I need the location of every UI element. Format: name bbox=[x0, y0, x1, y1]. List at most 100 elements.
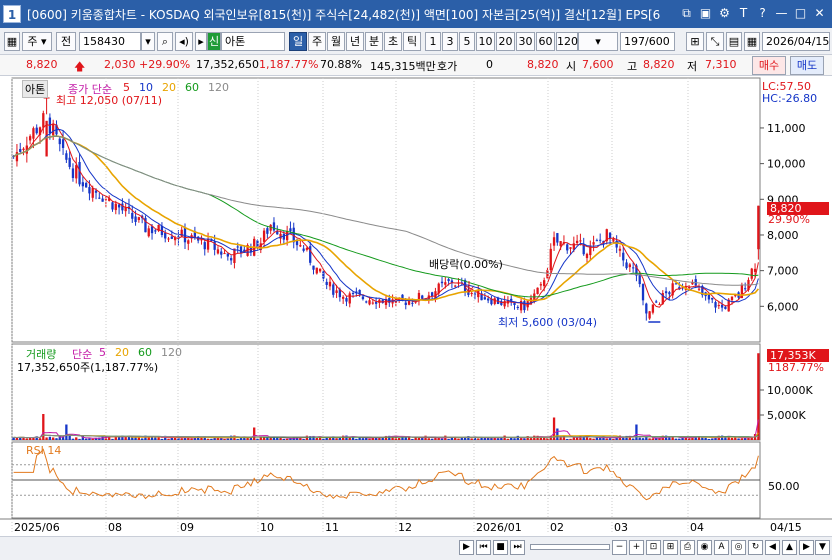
volume-ma-legend-item: 5 bbox=[99, 346, 106, 359]
text-icon[interactable]: A bbox=[714, 540, 729, 555]
fit-icon[interactable]: ⊡ bbox=[646, 540, 661, 555]
price-volume-rsi-chart[interactable]: 11,00010,0009,0008,0007,0006,00010,000K5… bbox=[0, 76, 832, 536]
up-arrow-icon: 🡅 bbox=[74, 60, 86, 73]
period-tab[interactable]: 분 bbox=[365, 32, 383, 51]
date-field[interactable]: 2026/04/15 bbox=[762, 32, 830, 51]
code-dropdown-icon[interactable]: ▾ bbox=[141, 32, 155, 51]
volume-bar bbox=[674, 438, 678, 440]
grid-menu-icon[interactable]: ▦ bbox=[4, 32, 20, 51]
candle-body bbox=[137, 217, 141, 220]
stock-tag[interactable]: 아톤 bbox=[22, 80, 49, 98]
scroll-left-icon[interactable]: ▶ bbox=[459, 540, 474, 555]
interval-tab[interactable]: 5 bbox=[459, 32, 475, 51]
candle-body bbox=[266, 228, 269, 234]
maximize-icon[interactable]: □ bbox=[792, 5, 809, 22]
volume-bar bbox=[730, 437, 734, 440]
grid-settings-icon[interactable]: ⊞ bbox=[686, 32, 704, 51]
volume-bar bbox=[510, 437, 513, 440]
period-tab[interactable]: 월 bbox=[327, 32, 345, 51]
volume-ma-legend-item: 120 bbox=[161, 346, 182, 359]
volume-bar bbox=[246, 437, 249, 440]
sell-button[interactable]: 매도 bbox=[790, 56, 824, 75]
search-icon[interactable]: ⌕ bbox=[157, 32, 173, 51]
volume-bar bbox=[398, 438, 401, 440]
candle-body bbox=[111, 202, 114, 210]
date-axis-label: 04/15 bbox=[770, 521, 802, 534]
drawing-tool-icon[interactable]: ⤡ bbox=[706, 32, 724, 51]
candle-body bbox=[575, 240, 579, 244]
nav-down-icon[interactable]: ▼ bbox=[815, 540, 830, 555]
data-count-field[interactable]: 197/600 bbox=[620, 32, 675, 51]
chart-scroll-bar[interactable]: ▶ ⏮ ■ ⏭ − + ⊡ ⊞ ⎙ ◉ A ◎ ↻ ◀ ▲ ▶ ▼ bbox=[0, 536, 832, 560]
interval-tab[interactable]: 10 bbox=[476, 32, 495, 51]
period-tab[interactable]: 주 bbox=[308, 32, 326, 51]
nav-up-icon[interactable]: ▲ bbox=[782, 540, 797, 555]
volume-bar bbox=[183, 438, 187, 440]
first-page-icon[interactable]: ⏮ bbox=[476, 540, 491, 555]
interval-tab[interactable]: 3 bbox=[442, 32, 458, 51]
minimize-icon[interactable]: — bbox=[773, 5, 790, 22]
volume-bar bbox=[335, 438, 338, 440]
interval-tab[interactable]: 20 bbox=[496, 32, 515, 51]
interval-tab[interactable]: 1 bbox=[425, 32, 441, 51]
candle-body bbox=[223, 253, 226, 255]
volume-bar bbox=[655, 438, 658, 440]
compare-icon[interactable]: ⊞ bbox=[663, 540, 678, 555]
chart-area[interactable]: 11,000 10,000 9,000 8,000 7,000 6,000 10,000K 5… bbox=[0, 76, 832, 560]
scroll-track[interactable] bbox=[530, 544, 610, 550]
candle-body bbox=[757, 205, 760, 250]
volume-bar bbox=[134, 437, 137, 440]
candle-body bbox=[147, 228, 150, 237]
volume-bar bbox=[668, 437, 671, 440]
close-icon[interactable]: ✕ bbox=[811, 5, 828, 22]
candle-body bbox=[523, 301, 526, 311]
candle-body bbox=[730, 296, 734, 301]
period-type-select[interactable]: 주 ▾ bbox=[22, 32, 52, 51]
stop-icon[interactable]: ■ bbox=[493, 540, 508, 555]
candle-body bbox=[516, 306, 519, 308]
rsi-title: RSI 14 bbox=[26, 444, 62, 457]
next-page-icon[interactable]: ⏭ bbox=[510, 540, 525, 555]
candle-body bbox=[539, 284, 543, 286]
candle-body bbox=[315, 267, 318, 274]
settings-icon[interactable]: ⚙ bbox=[716, 5, 733, 22]
interval-tab[interactable]: 120 bbox=[556, 32, 578, 51]
help-icon[interactable]: ? bbox=[754, 5, 771, 22]
speaker-icon[interactable]: ◂) bbox=[175, 32, 193, 51]
period-tab[interactable]: 일 bbox=[289, 32, 307, 51]
camera-icon[interactable]: ◉ bbox=[697, 540, 712, 555]
nav-left-icon[interactable]: ◀ bbox=[765, 540, 780, 555]
volume-bar bbox=[440, 438, 444, 440]
pin-icon[interactable]: T bbox=[735, 5, 752, 22]
link-icon[interactable]: ⧉ bbox=[678, 5, 695, 22]
print-icon[interactable]: ⎙ bbox=[680, 540, 695, 555]
open-label: 시 bbox=[566, 60, 577, 73]
zoom-out-icon[interactable]: − bbox=[612, 540, 627, 555]
save-icon[interactable]: ▤ bbox=[726, 32, 742, 51]
candle-body bbox=[233, 248, 236, 264]
volume-bar bbox=[417, 437, 421, 440]
interval-tab[interactable]: 60 bbox=[536, 32, 555, 51]
volume-bar bbox=[414, 437, 417, 440]
volume-bar bbox=[556, 428, 559, 440]
interval-tab[interactable]: 30 bbox=[516, 32, 535, 51]
period-tab[interactable]: 년 bbox=[346, 32, 364, 51]
capture-icon[interactable]: ◎ bbox=[731, 540, 746, 555]
dropdown-select[interactable]: ▾ bbox=[578, 32, 618, 51]
dock-icon[interactable]: ▣ bbox=[697, 5, 714, 22]
refresh-icon[interactable]: ↻ bbox=[748, 540, 763, 555]
stock-code-input[interactable]: 158430 bbox=[79, 32, 141, 51]
volume-bar bbox=[592, 438, 595, 440]
stock-name-field[interactable]: 아톤 bbox=[221, 32, 285, 51]
arrow-icon[interactable]: ▸ bbox=[195, 32, 207, 51]
period-tab[interactable]: 틱 bbox=[403, 32, 421, 51]
period-tab[interactable]: 초 bbox=[384, 32, 402, 51]
candle-body bbox=[750, 268, 753, 279]
calendar-icon[interactable]: ▦ bbox=[744, 32, 760, 51]
volume-bar bbox=[589, 438, 592, 440]
period-prefix-button[interactable]: 전 bbox=[56, 32, 76, 51]
last-price-percent: 29.90% bbox=[768, 213, 810, 226]
zoom-in-icon[interactable]: + bbox=[629, 540, 644, 555]
nav-right-icon[interactable]: ▶ bbox=[799, 540, 814, 555]
buy-button[interactable]: 매수 bbox=[752, 56, 786, 75]
